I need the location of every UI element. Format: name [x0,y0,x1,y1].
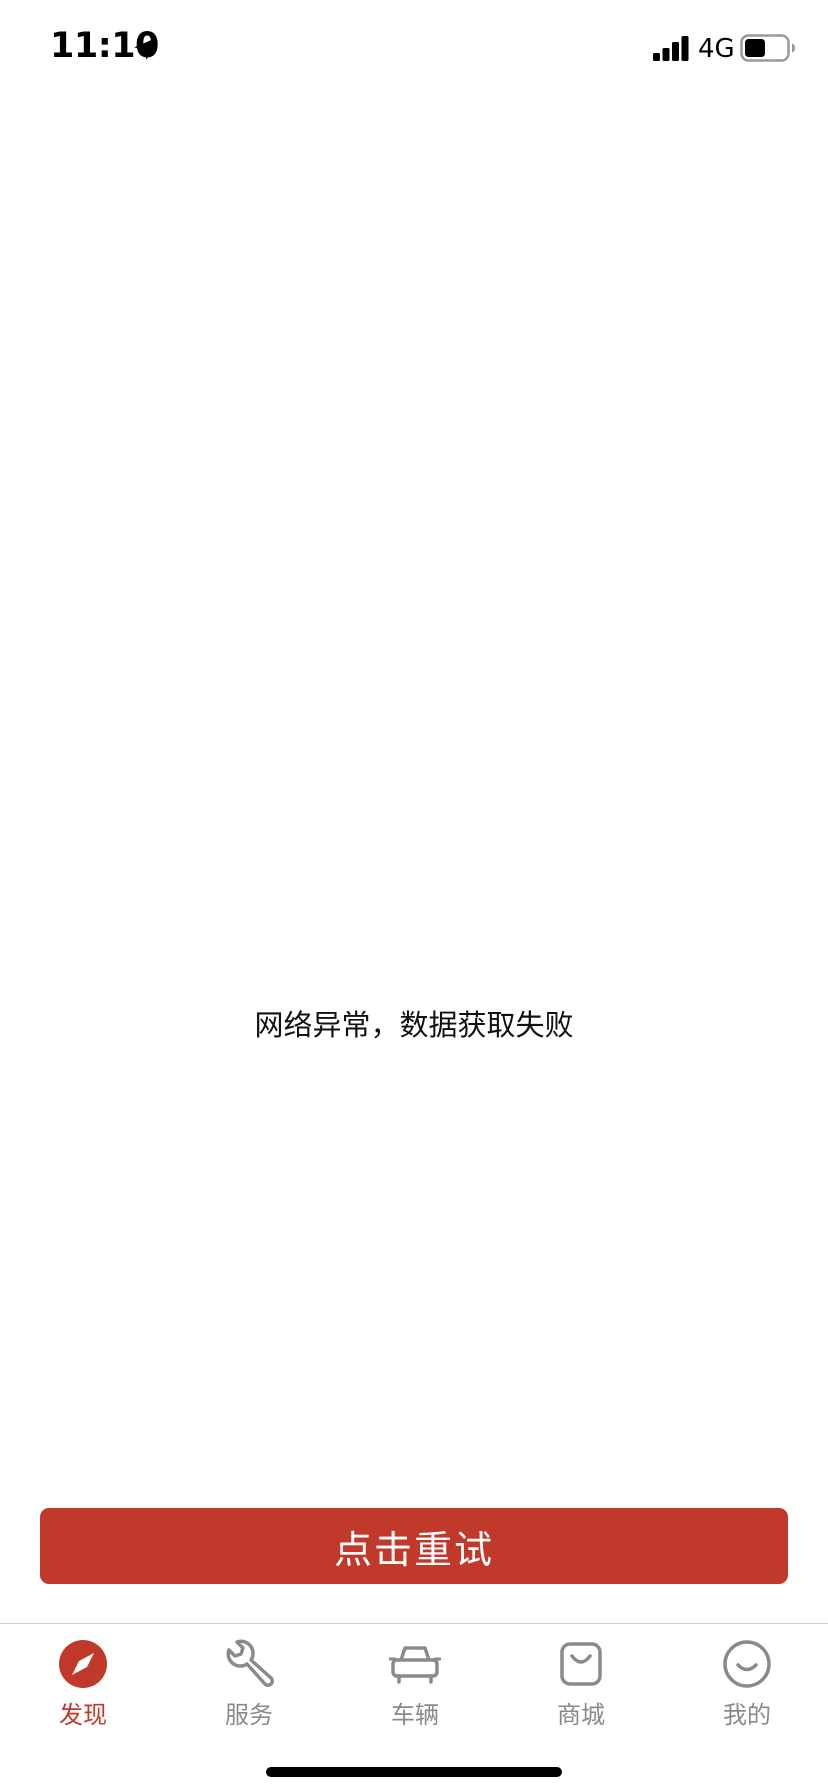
tab-mine[interactable]: 我的 [664,1638,828,1738]
tab-label: 服务 [225,1701,273,1729]
tab-label: 车辆 [391,1701,439,1729]
error-message: 网络异常，数据获取失败 [254,1008,574,1042]
compass-icon [59,1640,107,1688]
tab-label: 商城 [557,1701,605,1729]
location-arrow-icon [134,38,156,60]
wrench-icon [226,1639,274,1687]
tab-discover[interactable]: 发现 [0,1638,166,1738]
tab-vehicle[interactable]: 车辆 [332,1638,498,1738]
status-bar: 11:10 4G [0,0,828,100]
car-icon [389,1646,441,1684]
cellular-signal-icon [653,36,689,61]
network-type: 4G [698,34,735,64]
home-indicator[interactable] [266,1767,562,1777]
retry-button[interactable]: 点击重试 [40,1508,788,1584]
app-screen: 11:10 4G 网络异常，数据获取失败 点击重试 发现 服务 车辆 商城 我的 [0,0,828,1792]
shopping-bag-icon [560,1642,602,1686]
tab-label: 我的 [723,1701,771,1729]
tab-service[interactable]: 服务 [166,1638,332,1738]
tab-label: 发现 [59,1701,107,1729]
bottom-tab-bar: 发现 服务 车辆 商城 我的 [0,1623,828,1792]
smiley-icon [723,1640,771,1688]
tab-mall[interactable]: 商城 [498,1638,664,1738]
battery-icon [740,34,795,62]
